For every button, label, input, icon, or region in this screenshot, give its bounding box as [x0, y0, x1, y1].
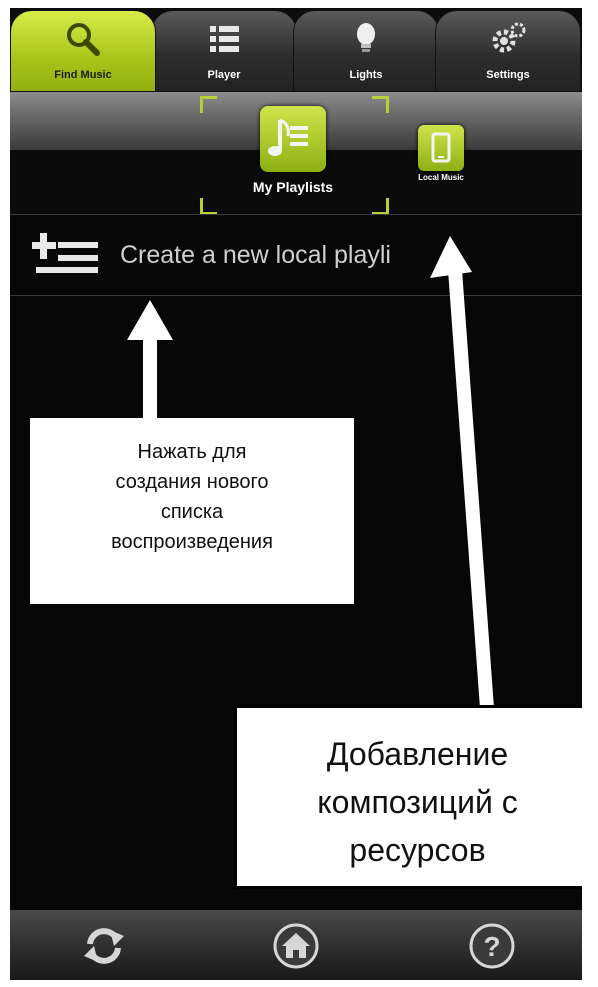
tab-find-music[interactable]: Find Music [10, 10, 156, 92]
annotation-line: воспроизведения [111, 531, 273, 553]
annotation-create-playlist: Нажать для создания нового списка воспро… [30, 418, 354, 604]
annotation-line: Добавление [326, 736, 509, 772]
annotation-line: списка [160, 501, 224, 523]
annotation-arrow-create [127, 300, 173, 420]
annotation-line: Нажать для [137, 441, 247, 463]
annotation-add-tracks: Добавление композиций с ресурсов [234, 705, 582, 889]
tab-label: Find Music [54, 69, 112, 81]
app-screen: Find Music Player Lights Settings My Pla… [10, 8, 582, 980]
annotation-line: создания нового [115, 471, 269, 493]
annotation-arrow-add [430, 236, 494, 708]
annotation-line: ресурсов [349, 832, 486, 868]
annotation-line: композиций с [317, 784, 518, 820]
search-icon [67, 23, 100, 56]
